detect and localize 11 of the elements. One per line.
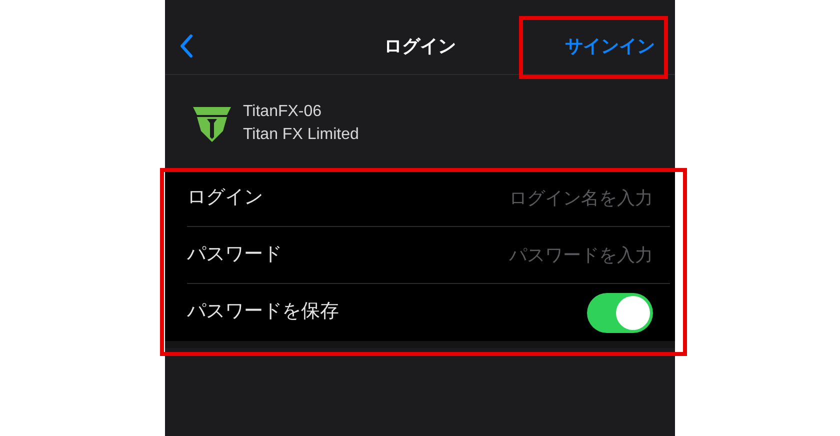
company-name: Titan FX Limited xyxy=(243,124,359,144)
field-label: ログイン xyxy=(187,186,263,210)
back-icon[interactable] xyxy=(179,34,193,58)
input-field[interactable]: ログイン名を入力 xyxy=(275,185,653,212)
toggle-switch[interactable] xyxy=(587,292,653,332)
field-label: パスワード xyxy=(187,243,282,268)
field-label: パスワードを保存 xyxy=(187,300,339,324)
server-name: TitanFX-06 xyxy=(243,102,323,122)
input-field[interactable]: パスワードを入力 xyxy=(294,242,653,269)
sign-in-button[interactable]: サインイン xyxy=(565,32,655,60)
screen-title: ログイン xyxy=(384,35,456,58)
